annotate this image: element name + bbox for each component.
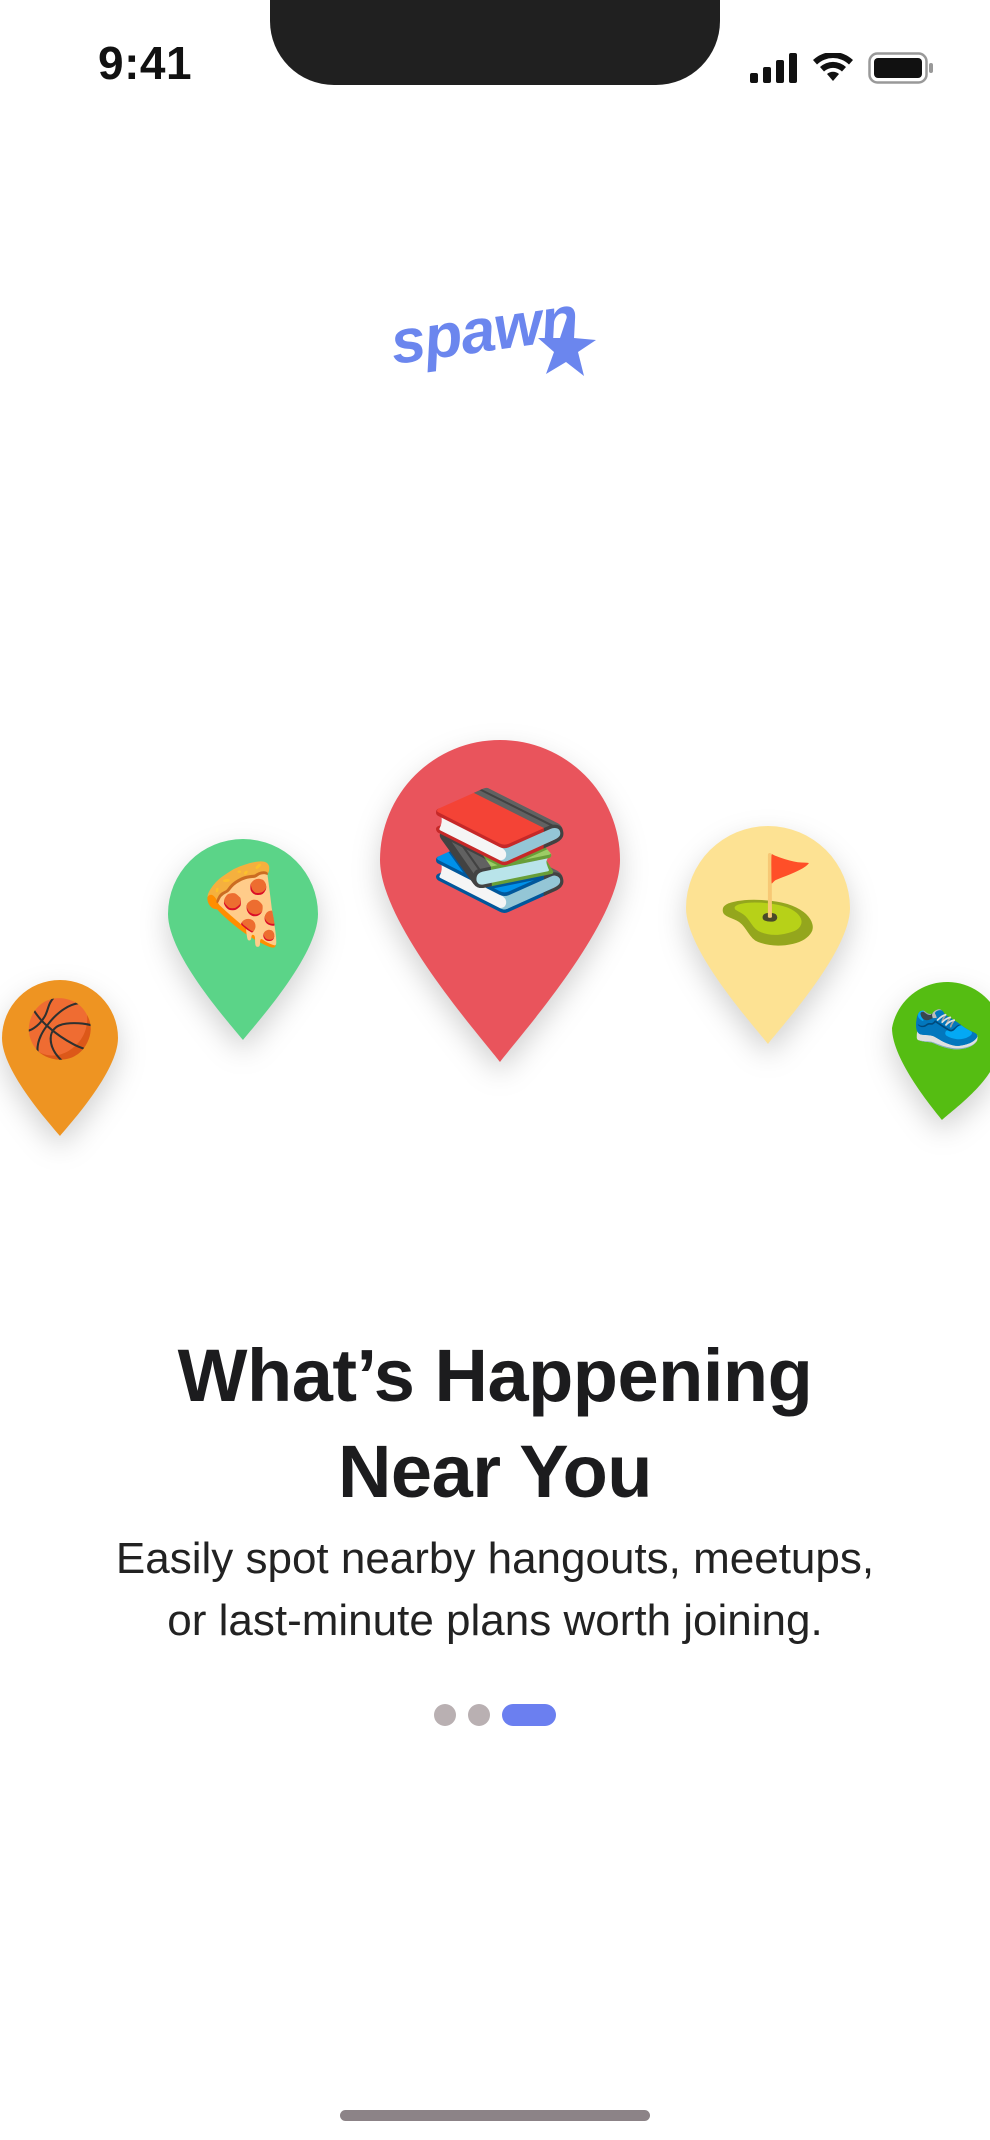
onboarding-subtitle: Easily spot nearby hangouts, meetups, or… xyxy=(0,1528,990,1652)
page-dot-3-active[interactable] xyxy=(502,1704,556,1726)
app-logo: spawn xyxy=(386,284,596,390)
onboarding-title-line1: What’s Happening xyxy=(177,1334,813,1417)
page-dot-2[interactable] xyxy=(468,1704,490,1726)
cellular-signal-icon xyxy=(750,53,797,83)
golf-flag-icon: ⛳ xyxy=(715,850,821,948)
onboarding-title-line2: Near You xyxy=(337,1430,653,1513)
pizza-icon: 🍕 xyxy=(194,860,292,950)
status-bar-icons xyxy=(750,52,934,84)
onboarding-subtitle-line1: Easily spot nearby hangouts, meetups, xyxy=(115,1534,875,1583)
home-indicator[interactable] xyxy=(340,2110,650,2121)
onboarding-subtitle-line2: or last-minute plans worth joining. xyxy=(167,1596,823,1645)
sneaker-icon: 👟 xyxy=(912,987,982,1052)
page-indicator[interactable] xyxy=(434,1704,556,1726)
pin-books[interactable]: 📚 xyxy=(378,738,622,1066)
onboarding-title: What’s Happening Near You xyxy=(0,1328,990,1520)
basketball-icon: 🏀 xyxy=(25,997,95,1062)
pin-basketball[interactable]: 🏀 xyxy=(0,980,120,1140)
pin-golf[interactable]: ⛳ xyxy=(684,824,852,1048)
status-bar-time: 9:41 xyxy=(98,37,193,89)
pin-pizza[interactable]: 🍕 xyxy=(166,838,320,1044)
star-icon xyxy=(538,314,596,376)
pin-sneaker[interactable]: 👟 xyxy=(892,972,990,1124)
page-dot-1[interactable] xyxy=(434,1704,456,1726)
device-notch xyxy=(270,0,720,85)
books-icon: 📚 xyxy=(427,782,573,917)
battery-icon xyxy=(868,52,933,84)
wifi-icon xyxy=(813,53,853,81)
